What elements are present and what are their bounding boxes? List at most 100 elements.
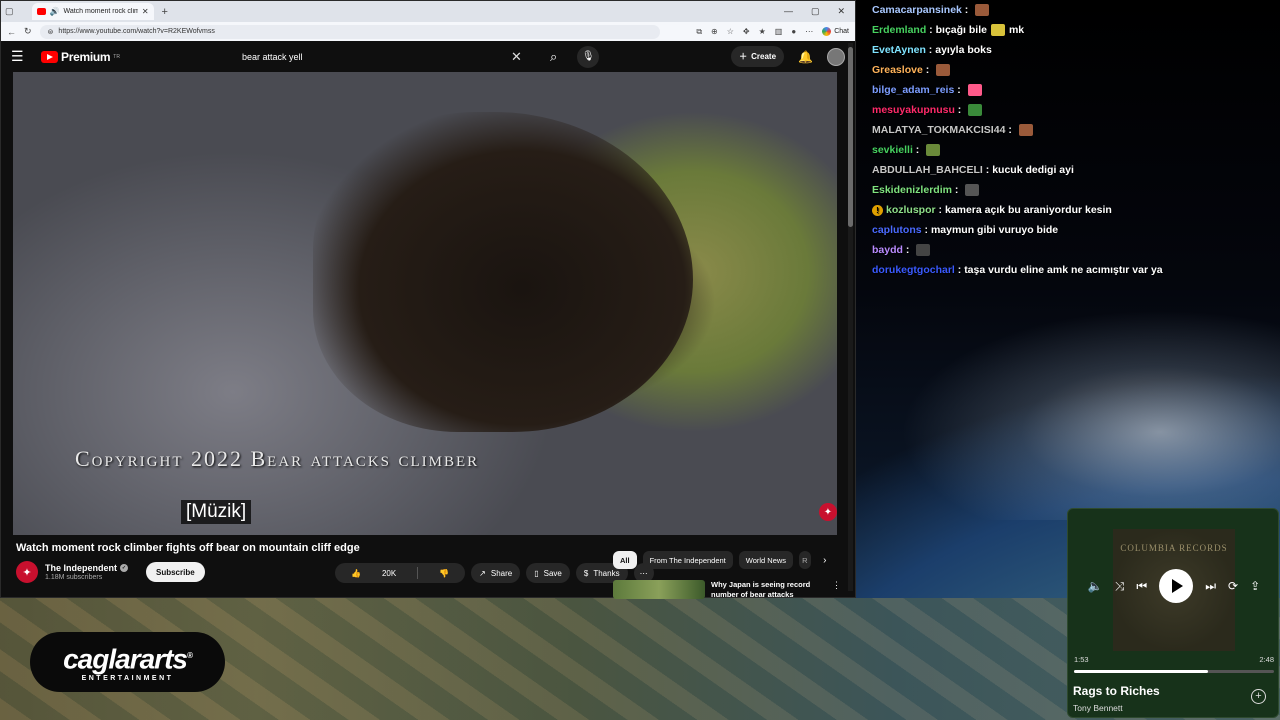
play-button[interactable] <box>1159 569 1194 603</box>
add-to-library-icon[interactable]: + <box>1251 689 1266 704</box>
badge-icon: ! <box>872 204 883 216</box>
create-label: Create <box>751 52 777 61</box>
youtube-header: ☰ Premium TR bear attack yell ✕ ⌕ 🎙 ＋ Cr… <box>1 41 855 72</box>
menu-dots-icon[interactable]: ⋯ <box>805 27 813 36</box>
repeat-icon[interactable]: ⟳ <box>1228 579 1238 593</box>
scrollbar-thumb[interactable] <box>848 47 853 227</box>
youtube-logo[interactable]: Premium TR <box>41 50 120 64</box>
browser-window: ▢ 🔊 Watch moment rock climbe ✕ + — ▢ ✕ ←… <box>0 0 856 599</box>
chat-username[interactable]: baydd <box>872 244 903 256</box>
save-button[interactable]: ▯ Save <box>526 563 570 583</box>
chat-username[interactable]: caplutons <box>872 224 922 236</box>
chat-button[interactable]: Chat <box>822 27 849 36</box>
channel-name-row[interactable]: The Independent ✓ <box>45 563 128 573</box>
dislike-button[interactable]: 👎 <box>423 563 465 583</box>
back-icon[interactable]: ← <box>7 27 16 37</box>
install-icon[interactable]: ⧉ <box>696 27 702 37</box>
chat-username[interactable]: dorukegtgocharl <box>872 264 955 276</box>
maximize-icon[interactable]: ▢ <box>811 6 820 17</box>
profile-icon[interactable]: ● <box>791 27 796 36</box>
next-icon[interactable]: ⏭ <box>1205 579 1216 594</box>
emote-icon <box>926 144 941 156</box>
chat-separator: : <box>954 104 965 116</box>
chat-username[interactable]: bilge_adam_reis <box>872 84 954 96</box>
shuffle-icon[interactable]: ⤨ <box>1115 579 1125 594</box>
minimize-icon[interactable]: — <box>784 6 793 17</box>
like-button[interactable]: 👍 20K <box>335 563 412 583</box>
video-player[interactable]: Copyright 2022 Bear attacks climber [Müz… <box>13 72 837 535</box>
plus-icon: ＋ <box>739 52 748 61</box>
chat-username[interactable]: kozluspor <box>886 204 936 216</box>
create-button[interactable]: ＋ Create <box>731 46 785 67</box>
close-tab-icon[interactable]: ✕ <box>142 7 149 16</box>
chip-more[interactable]: R <box>799 551 812 569</box>
channel-watermark-icon[interactable]: ✦ <box>819 503 837 521</box>
url-text: https://www.youtube.com/watch?v=R2KEWofv… <box>58 28 215 35</box>
avatar[interactable] <box>827 47 845 66</box>
chat-username[interactable]: Eskidenizlerdim <box>872 184 952 196</box>
speaker-icon[interactable]: 🔊 <box>50 7 60 16</box>
share-button[interactable]: ↗ Share <box>471 563 521 583</box>
chat-username[interactable]: sevkielli <box>872 144 913 156</box>
search-input[interactable]: bear attack yell ✕ <box>232 46 532 68</box>
tab-title: Watch moment rock climbe <box>63 8 138 15</box>
reload-icon[interactable]: ↻ <box>24 26 32 37</box>
split-screen-icon[interactable]: ▥ <box>775 27 783 36</box>
clouds <box>880 300 1280 520</box>
country-code: TR <box>113 53 120 60</box>
chat-username[interactable]: ABDULLAH_BAHCELI <box>872 164 983 176</box>
chat-username[interactable]: Camacarpansinek <box>872 4 962 16</box>
clear-search-icon[interactable]: ✕ <box>511 49 522 65</box>
recommended-thumbnail[interactable] <box>613 580 705 599</box>
address-field[interactable]: ⊜ https://www.youtube.com/watch?v=R2KEWo… <box>39 24 660 39</box>
chat-message: ABDULLAH_BAHCELI : kucuk dedigi ayi <box>872 160 1272 180</box>
youtube-play-icon <box>41 50 58 63</box>
progress-bar[interactable] <box>1074 670 1274 673</box>
chat-message: Erdemland : bıçağı bile mk <box>872 20 1272 40</box>
recommended-title[interactable]: Why Japan is seeing record number of bea… <box>711 580 826 599</box>
logo-text: caglararts® <box>63 642 193 673</box>
chip-from-channel[interactable]: From The Independent <box>642 551 733 569</box>
chat-username[interactable]: mesuyakupnusu <box>872 104 955 116</box>
zoom-icon[interactable]: ⊕ <box>711 27 718 36</box>
close-window-icon[interactable]: ✕ <box>837 6 845 17</box>
tab-menu-icon[interactable]: ▢ <box>5 6 14 17</box>
chat-message: Eskidenizlerdim : <box>872 180 1272 200</box>
chat-username[interactable]: EvetAynen <box>872 44 926 56</box>
channel-avatar[interactable]: ✦ <box>16 561 38 583</box>
volume-icon[interactable]: 🔈 <box>1088 579 1103 593</box>
chat-separator: : <box>921 224 931 236</box>
extensions-icon[interactable]: ✥ <box>743 27 750 36</box>
page-scrollbar[interactable] <box>848 43 853 591</box>
chat-message: caplutons : maymun gibi vuruyo bide <box>872 220 1272 240</box>
chevron-right-icon[interactable]: › <box>823 555 826 566</box>
chip-world-news[interactable]: World News <box>738 551 794 569</box>
recommended-video[interactable]: Why Japan is seeing record number of bea… <box>613 580 841 599</box>
bookmark-star-icon[interactable]: ☆ <box>727 27 734 36</box>
notifications-bell-icon[interactable]: 🔔 <box>798 50 813 64</box>
chat-separator: : <box>925 44 936 56</box>
more-options-icon[interactable]: ⋮ <box>832 580 841 599</box>
chat-username[interactable]: Erdemland <box>872 24 926 36</box>
emote-icon <box>1018 124 1033 136</box>
search-icon[interactable]: ⌕ <box>550 49 557 65</box>
chip-all[interactable]: All <box>613 551 637 569</box>
subscriber-count: 1.18M subscribers <box>45 574 103 581</box>
microphone-icon[interactable]: 🎙 <box>577 45 600 68</box>
previous-icon[interactable]: ⏮ <box>1136 579 1147 594</box>
site-info-icon[interactable]: ⊜ <box>48 28 54 36</box>
window-controls: — ▢ ✕ <box>784 6 855 17</box>
share-icon[interactable]: ⇪ <box>1250 579 1260 593</box>
favorites-icon[interactable]: ★ <box>759 27 766 36</box>
channel-row: ✦ The Independent ✓ 1.18M subscribers Su… <box>16 561 205 583</box>
chat-text: ayıyla boks <box>935 44 992 56</box>
chat-separator: : <box>912 144 923 156</box>
new-tab-button[interactable]: + <box>162 6 168 18</box>
emote-icon <box>967 84 982 96</box>
hamburger-menu-icon[interactable]: ☰ <box>11 48 33 65</box>
search-query: bear attack yell <box>241 51 303 62</box>
subscribe-button[interactable]: Subscribe <box>146 562 205 582</box>
browser-tab[interactable]: 🔊 Watch moment rock climbe ✕ <box>31 3 154 20</box>
chat-username[interactable]: Greaslove <box>872 64 923 76</box>
chat-username[interactable]: MALATYA_TOKMAKCISI44 <box>872 124 1005 136</box>
